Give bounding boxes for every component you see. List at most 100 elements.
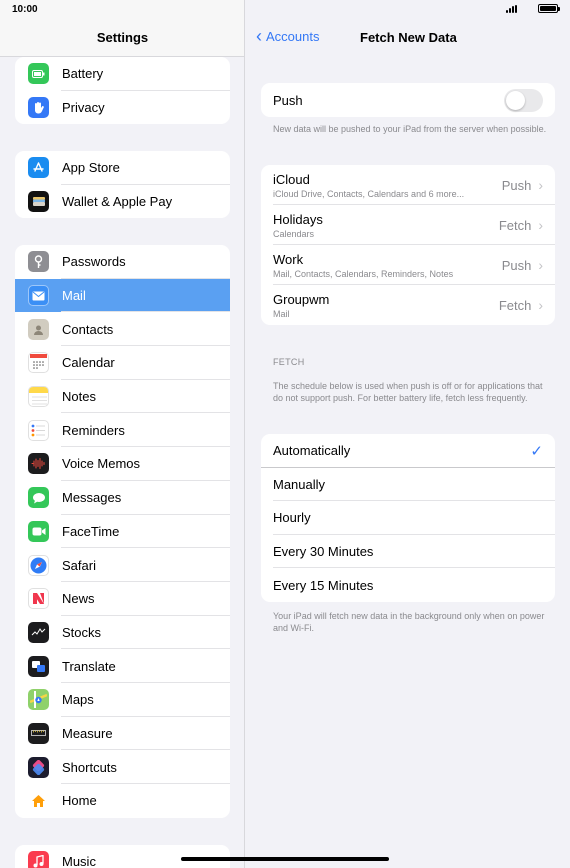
account-services: iCloud Drive, Contacts, Calendars and 6 … [273, 188, 465, 199]
sidebar-group-3: Passwords Mail Contacts Calendar Notes R… [15, 245, 230, 818]
fetch-footer-note: Your iPad will fetch new data in the bac… [273, 611, 545, 633]
push-row: Push [261, 83, 555, 117]
account-name: Work [273, 251, 304, 267]
sidebar-title: Settings [96, 30, 149, 45]
sidebar-item-label: Measure [62, 725, 113, 741]
sidebar-item-label: Battery [62, 66, 104, 82]
push-label: Push [273, 92, 303, 108]
sidebar-item-privacy[interactable]: Privacy [15, 91, 230, 125]
sidebar-item-label: Notes [62, 389, 96, 405]
status-bar: 10:00 [0, 0, 570, 20]
music-note-icon [28, 851, 49, 868]
translate-icon [28, 655, 49, 677]
chevron-left-icon: ‹ [256, 26, 262, 46]
fetch-option-manually[interactable]: Manually [261, 468, 555, 502]
account-fetch-mode: Push [501, 177, 532, 193]
account-services: Mail [273, 308, 290, 319]
sidebar-item-measure[interactable]: Measure [15, 717, 230, 751]
account-services: Calendars [273, 228, 315, 239]
back-button[interactable]: ‹ Accounts [256, 26, 320, 46]
push-note: New data will be pushed to your iPad fro… [273, 124, 547, 134]
chevron-right-icon: › [538, 177, 543, 193]
sidebar-item-notes[interactable]: Notes [15, 380, 230, 414]
account-fetch-mode: Fetch [498, 297, 532, 313]
sidebar-item-label: FaceTime [62, 523, 120, 539]
video-camera-icon [28, 520, 49, 542]
fetch-option-label: Hourly [273, 510, 311, 526]
sidebar-group-1: Battery Privacy [15, 57, 230, 125]
chart-line-icon [28, 621, 49, 643]
sidebar-item-contacts[interactable]: Contacts [15, 312, 230, 346]
sidebar-item-calendar[interactable]: Calendar [15, 346, 230, 380]
fetch-option-hourly[interactable]: Hourly [261, 501, 555, 535]
sidebar-item-passwords[interactable]: Passwords [15, 245, 230, 279]
sidebar-item-label: Shortcuts [62, 759, 117, 775]
sidebar-item-facetime[interactable]: FaceTime [15, 515, 230, 549]
sidebar-item-stocks[interactable]: Stocks [15, 616, 230, 650]
notes-icon [28, 386, 49, 408]
shortcuts-icon [28, 756, 49, 778]
chevron-right-icon: › [538, 257, 543, 273]
home-indicator[interactable] [181, 857, 389, 861]
sidebar-item-label: Privacy [62, 100, 105, 116]
account-row-icloud[interactable]: iCloud iCloud Drive, Contacts, Calendars… [261, 165, 555, 205]
sidebar-item-battery[interactable]: Battery [15, 57, 230, 91]
sidebar-item-safari[interactable]: Safari [15, 548, 230, 582]
mail-icon [28, 285, 49, 307]
sidebar-item-home[interactable]: Home [15, 784, 230, 818]
sidebar-item-maps[interactable]: Maps [15, 683, 230, 717]
sidebar-item-messages[interactable]: Messages [15, 481, 230, 515]
account-name: Groupwm [273, 291, 330, 307]
cellular-signal-icon [506, 5, 517, 13]
fetch-option-every-15-minutes[interactable]: Every 15 Minutes [261, 568, 555, 602]
status-time: 10:00 [12, 4, 38, 15]
account-row-groupwm[interactable]: Groupwm Mail Fetch › [261, 285, 555, 325]
push-toggle[interactable] [504, 88, 543, 112]
push-card: Push [261, 83, 555, 117]
sidebar-group-2: App Store Wallet & Apple Pay [15, 151, 230, 219]
sidebar-item-app-store[interactable]: App Store [15, 151, 230, 185]
battery-status-icon [538, 4, 560, 13]
sidebar-item-wallet[interactable]: Wallet & Apple Pay [15, 185, 230, 219]
wallet-icon [28, 191, 49, 213]
sidebar-item-label: Contacts [62, 321, 114, 337]
house-icon [28, 790, 49, 812]
ruler-icon [28, 722, 49, 744]
sidebar-item-label: Stocks [62, 624, 102, 640]
sidebar-item-news[interactable]: News [15, 582, 230, 616]
fetch-option-every-30-minutes[interactable]: Every 30 Minutes [261, 535, 555, 569]
reminders-icon [28, 419, 49, 441]
message-bubble-icon [28, 487, 49, 509]
sidebar-item-label: Mail [62, 288, 86, 304]
fetch-section-header: FETCH [273, 357, 305, 367]
sidebar-item-shortcuts[interactable]: Shortcuts [15, 750, 230, 784]
fetch-option-label: Every 30 Minutes [273, 544, 374, 560]
page-title: Fetch New Data [360, 30, 457, 45]
sidebar-item-label: Messages [62, 490, 122, 506]
sidebar-item-reminders[interactable]: Reminders [15, 413, 230, 447]
chevron-right-icon: › [538, 297, 543, 313]
sidebar-item-translate[interactable]: Translate [15, 649, 230, 683]
compass-icon [28, 554, 49, 576]
sidebar-item-label: Passwords [62, 254, 126, 270]
fetch-description: The schedule below is used when push is … [273, 381, 543, 403]
account-row-work[interactable]: Work Mail, Contacts, Calendars, Reminder… [261, 245, 555, 285]
sidebar-item-label: App Store [62, 160, 120, 176]
account-name: Holidays [273, 211, 323, 227]
sidebar-item-mail[interactable]: Mail [15, 278, 230, 313]
sidebar-item-label: Safari [62, 557, 96, 573]
calendar-icon [28, 352, 49, 374]
fetch-option-label: Every 15 Minutes [273, 577, 374, 593]
battery-icon [28, 63, 49, 85]
account-row-holidays[interactable]: Holidays Calendars Fetch › [261, 205, 555, 245]
map-icon [28, 689, 49, 711]
sidebar-item-voice-memos[interactable]: Voice Memos [15, 447, 230, 481]
key-icon [28, 251, 49, 273]
fetch-option-automatically[interactable]: Automatically ✓ [261, 434, 555, 468]
checkmark-icon: ✓ [530, 442, 543, 460]
waveform-icon [28, 453, 49, 475]
fetch-options-card: Automatically ✓ Manually Hourly Every 30… [261, 434, 555, 602]
hand-icon [28, 97, 49, 119]
account-fetch-mode: Fetch [498, 217, 532, 233]
back-button-label: Accounts [266, 29, 320, 44]
